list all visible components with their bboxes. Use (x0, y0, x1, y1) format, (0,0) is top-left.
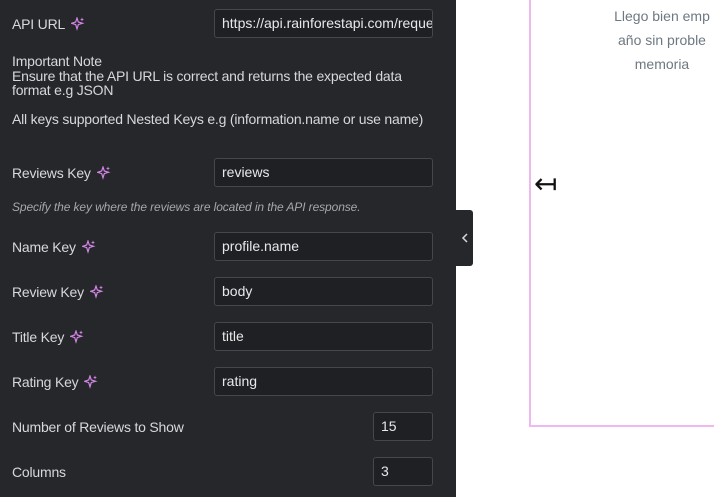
ai-sparkle-icon[interactable] (89, 284, 104, 299)
review-key-input[interactable]: body (214, 277, 433, 306)
resize-arrow-icon[interactable]: ↤ (534, 170, 557, 198)
ai-sparkle-icon[interactable] (71, 16, 85, 31)
title-key-label: Title Key (12, 329, 84, 345)
reviews-key-hint: Specify the key where the reviews are lo… (12, 200, 361, 214)
ai-sparkle-icon[interactable] (96, 165, 111, 180)
review-line: Llego bien emp (614, 8, 710, 24)
api-url-input[interactable]: https://api.rainforestapi.com/request (214, 9, 433, 38)
ai-sparkle-icon[interactable] (81, 239, 96, 254)
columns-label: Columns (12, 463, 66, 480)
api-url-label: API URL (12, 16, 85, 32)
reviews-key-label: Reviews Key (12, 165, 111, 181)
name-key-label: Name Key (12, 239, 96, 255)
rating-key-label: Rating Key (12, 374, 99, 390)
chevron-left-icon (461, 230, 469, 246)
reviews-key-input[interactable]: reviews (214, 158, 433, 187)
nested-keys-note: All keys supported Nested Keys e.g (info… (12, 111, 424, 127)
columns-row: Columns (12, 457, 433, 486)
rating-key-input[interactable]: rating (214, 367, 433, 396)
ai-sparkle-icon[interactable] (70, 329, 84, 344)
important-note-body: Ensure that the API URL is correct and r… (12, 67, 402, 98)
important-note-title: Important Note (12, 53, 102, 69)
review-key-label: Review Key (12, 284, 104, 300)
preview-canvas: Llego bien emp año sin proble memoria ↤ (473, 0, 714, 497)
columns-input[interactable]: 3 (373, 457, 433, 486)
collapse-panel-button[interactable] (456, 210, 473, 266)
num-reviews-input[interactable]: 15 (373, 412, 433, 441)
review-line: año sin proble (618, 32, 706, 48)
title-key-input[interactable]: title (214, 322, 433, 351)
name-key-input[interactable]: profile.name (214, 232, 433, 261)
settings-panel: API URL https://api.rainforestapi.com/re… (0, 0, 456, 497)
ai-sparkle-icon[interactable] (84, 374, 99, 389)
num-reviews-row: Number of Reviews to Show (12, 412, 433, 441)
review-text: Llego bien emp año sin proble memoria (597, 4, 714, 76)
preview-frame: Llego bien emp año sin proble memoria (529, 0, 714, 427)
num-reviews-label: Number of Reviews to Show (12, 418, 184, 435)
important-note: Important Note Ensure that the API URL i… (12, 54, 432, 98)
review-line: memoria (634, 56, 690, 72)
